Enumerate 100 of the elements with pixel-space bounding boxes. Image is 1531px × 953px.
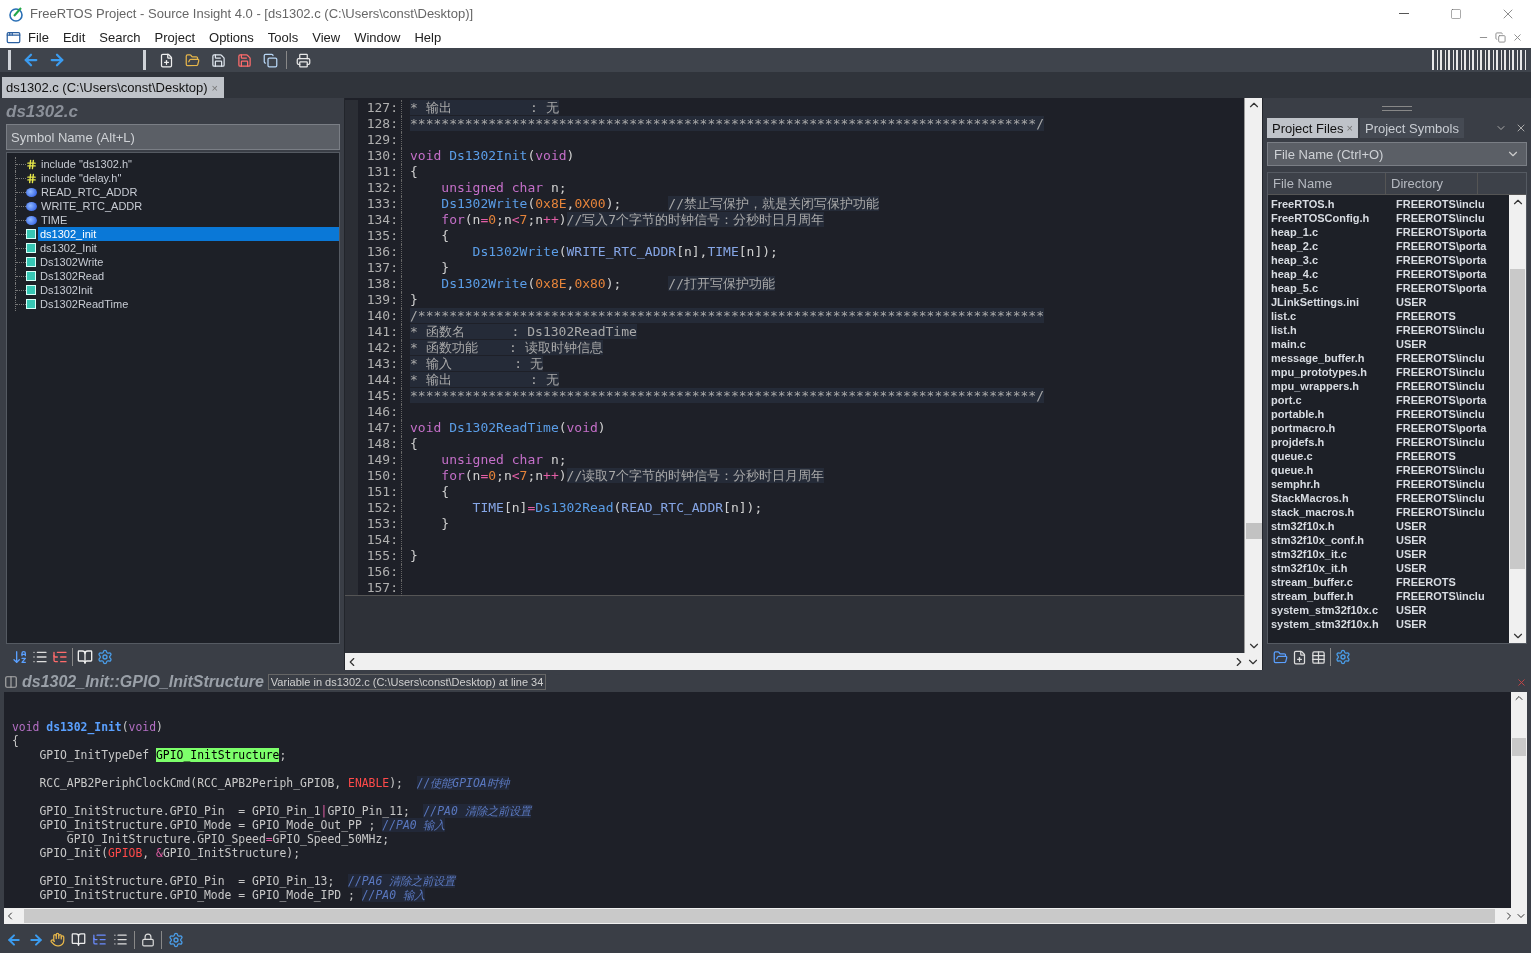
file-name-cell[interactable]: stm32f10x_it.c xyxy=(1268,548,1396,560)
file-name-cell[interactable]: StackMacros.h xyxy=(1268,492,1396,504)
vertical-scrollbar[interactable] xyxy=(1244,98,1262,653)
file-name-cell[interactable]: projdefs.h xyxy=(1268,436,1396,448)
menu-item[interactable]: View xyxy=(305,27,348,48)
menu-item[interactable]: Tools xyxy=(260,27,306,48)
file-name-cell[interactable]: heap_3.c xyxy=(1268,254,1396,266)
horizontal-scrollbar[interactable] xyxy=(345,653,1262,670)
file-name-dropdown[interactable]: File Name (Ctrl+O) xyxy=(1267,142,1527,166)
vertical-scrollbar[interactable] xyxy=(1509,195,1526,643)
symbol-item[interactable]: READ_RTC_ADDR xyxy=(39,185,140,199)
symbol-item[interactable]: include "delay.h" xyxy=(39,171,124,185)
column-header[interactable]: File Name xyxy=(1268,173,1386,194)
table-icon[interactable] xyxy=(1311,649,1326,665)
add-file-icon[interactable] xyxy=(1292,649,1307,665)
symbol-item[interactable]: Ds1302Read xyxy=(38,269,107,283)
file-name-cell[interactable]: system_stm32f10x.c xyxy=(1268,604,1396,616)
list-icon[interactable] xyxy=(32,649,48,665)
file-name-cell[interactable]: main.c xyxy=(1268,338,1396,350)
book-icon[interactable] xyxy=(77,649,93,665)
line-number: 139: xyxy=(358,292,402,308)
panel-tab[interactable]: Project Files × xyxy=(1267,118,1358,138)
lock-icon[interactable] xyxy=(141,932,155,947)
vertical-scrollbar[interactable] xyxy=(1511,692,1527,908)
panel-tab[interactable]: Project Symbols xyxy=(1359,118,1464,138)
symbol-search-field[interactable]: Symbol Name (Alt+L) xyxy=(6,124,340,150)
menu-item[interactable]: Options xyxy=(202,27,261,48)
window-menu-icon[interactable] xyxy=(6,30,21,45)
forward-icon[interactable] xyxy=(28,931,44,948)
directory-cell: FREEROTS\inclu xyxy=(1396,198,1485,210)
file-name-cell[interactable]: list.h xyxy=(1268,324,1396,336)
restore-window-icon[interactable] xyxy=(1495,32,1506,43)
symbol-item[interactable]: ds1302_init xyxy=(38,227,339,241)
code-line: } xyxy=(440,260,450,276)
file-name-cell[interactable]: heap_5.c xyxy=(1268,282,1396,294)
outline-icon[interactable] xyxy=(113,932,128,947)
file-name-cell[interactable]: heap_1.c xyxy=(1268,226,1396,238)
panel-close-icon[interactable] xyxy=(1515,122,1527,134)
file-name-cell[interactable]: port.c xyxy=(1268,394,1396,406)
directory-cell: USER xyxy=(1396,618,1427,630)
code-line: GPIO_InitStructure.GPIO_Pin = GPIO_Pin_1|GPIO_Pin_11; //PA0 清除之前设置 xyxy=(38,804,531,818)
settings-icon[interactable] xyxy=(97,649,113,665)
tree-view-icon[interactable] xyxy=(52,649,68,665)
file-name-cell[interactable]: list.c xyxy=(1268,310,1396,322)
line-number: 147: xyxy=(358,420,402,436)
symbol-item[interactable]: ds1302_Init xyxy=(38,241,99,255)
back-icon[interactable] xyxy=(6,931,22,948)
book-icon[interactable] xyxy=(71,932,86,947)
symbol-item[interactable]: Ds1302Write xyxy=(38,255,106,269)
file-name-cell[interactable]: mpu_prototypes.h xyxy=(1268,366,1396,378)
file-name-cell[interactable]: heap_2.c xyxy=(1268,240,1396,252)
document-tab[interactable]: ds1302.c (C:\Users\const\Desktop) × xyxy=(2,77,224,98)
relation-icon[interactable] xyxy=(92,932,107,947)
menu-item[interactable]: Edit xyxy=(55,27,93,48)
file-name-cell[interactable]: FreeRTOS.h xyxy=(1268,198,1396,210)
file-name-cell[interactable]: stm32f10x.h xyxy=(1268,520,1396,532)
directory-cell: FREEROTS\inclu xyxy=(1396,324,1485,336)
file-name-cell[interactable]: stream_buffer.c xyxy=(1268,576,1396,588)
file-name-cell[interactable]: portable.h xyxy=(1268,408,1396,420)
close-icon[interactable] xyxy=(1516,676,1527,688)
scrollbar-thumb[interactable] xyxy=(24,909,1495,923)
sort-icon[interactable] xyxy=(12,649,28,665)
menu-item[interactable]: Help xyxy=(407,27,449,48)
menu-item[interactable]: Project xyxy=(147,27,203,48)
file-name-cell[interactable]: queue.h xyxy=(1268,464,1396,476)
symbol-item[interactable]: TIME xyxy=(39,213,70,227)
hand-icon[interactable] xyxy=(50,932,65,947)
line-number: 156: xyxy=(358,564,402,580)
menu-item[interactable]: Search xyxy=(92,27,148,48)
file-name-cell[interactable]: stack_macros.h xyxy=(1268,506,1396,518)
settings-icon[interactable] xyxy=(168,931,184,948)
scrollbar-thumb[interactable] xyxy=(1512,738,1526,756)
project-folder-icon[interactable] xyxy=(1273,649,1288,665)
menu-item[interactable]: Window xyxy=(347,27,408,48)
scrollbar-thumb[interactable] xyxy=(1510,269,1525,569)
file-name-cell[interactable]: mpu_wrappers.h xyxy=(1268,380,1396,392)
menu-item[interactable]: File xyxy=(21,27,56,48)
settings-icon[interactable] xyxy=(1335,649,1351,665)
file-name-cell[interactable]: stm32f10x_it.h xyxy=(1268,562,1396,574)
directory-cell: FREEROTS\inclu xyxy=(1396,590,1485,602)
file-name-cell[interactable]: message_buffer.h xyxy=(1268,352,1396,364)
file-name-cell[interactable]: stream_buffer.h xyxy=(1268,590,1396,602)
file-name-cell[interactable]: heap_4.c xyxy=(1268,268,1396,280)
symbol-item[interactable]: Ds1302ReadTime xyxy=(38,297,131,311)
file-name-cell[interactable]: system_stm32f10x.h xyxy=(1268,618,1396,630)
file-name-cell[interactable]: semphr.h xyxy=(1268,478,1396,490)
symbol-item[interactable]: Ds1302Init xyxy=(38,283,95,297)
scrollbar-thumb[interactable] xyxy=(1245,523,1262,539)
column-header[interactable]: Directory xyxy=(1386,173,1478,194)
close-document-icon[interactable] xyxy=(1512,32,1523,43)
file-name-cell[interactable]: JLinkSettings.ini xyxy=(1268,296,1396,308)
file-name-cell[interactable]: stm32f10x_conf.h xyxy=(1268,534,1396,546)
app-logo-icon xyxy=(8,5,24,22)
symbol-item[interactable]: WRITE_RTC_ADDR xyxy=(39,199,145,213)
file-name-cell[interactable]: queue.c xyxy=(1268,450,1396,462)
file-name-cell[interactable]: portmacro.h xyxy=(1268,422,1396,434)
macro-icon xyxy=(26,201,37,211)
symbol-item[interactable]: include "ds1302.h" xyxy=(39,157,134,171)
file-name-cell[interactable]: FreeRTOSConfig.h xyxy=(1268,212,1396,224)
horizontal-scrollbar[interactable] xyxy=(4,908,1527,924)
